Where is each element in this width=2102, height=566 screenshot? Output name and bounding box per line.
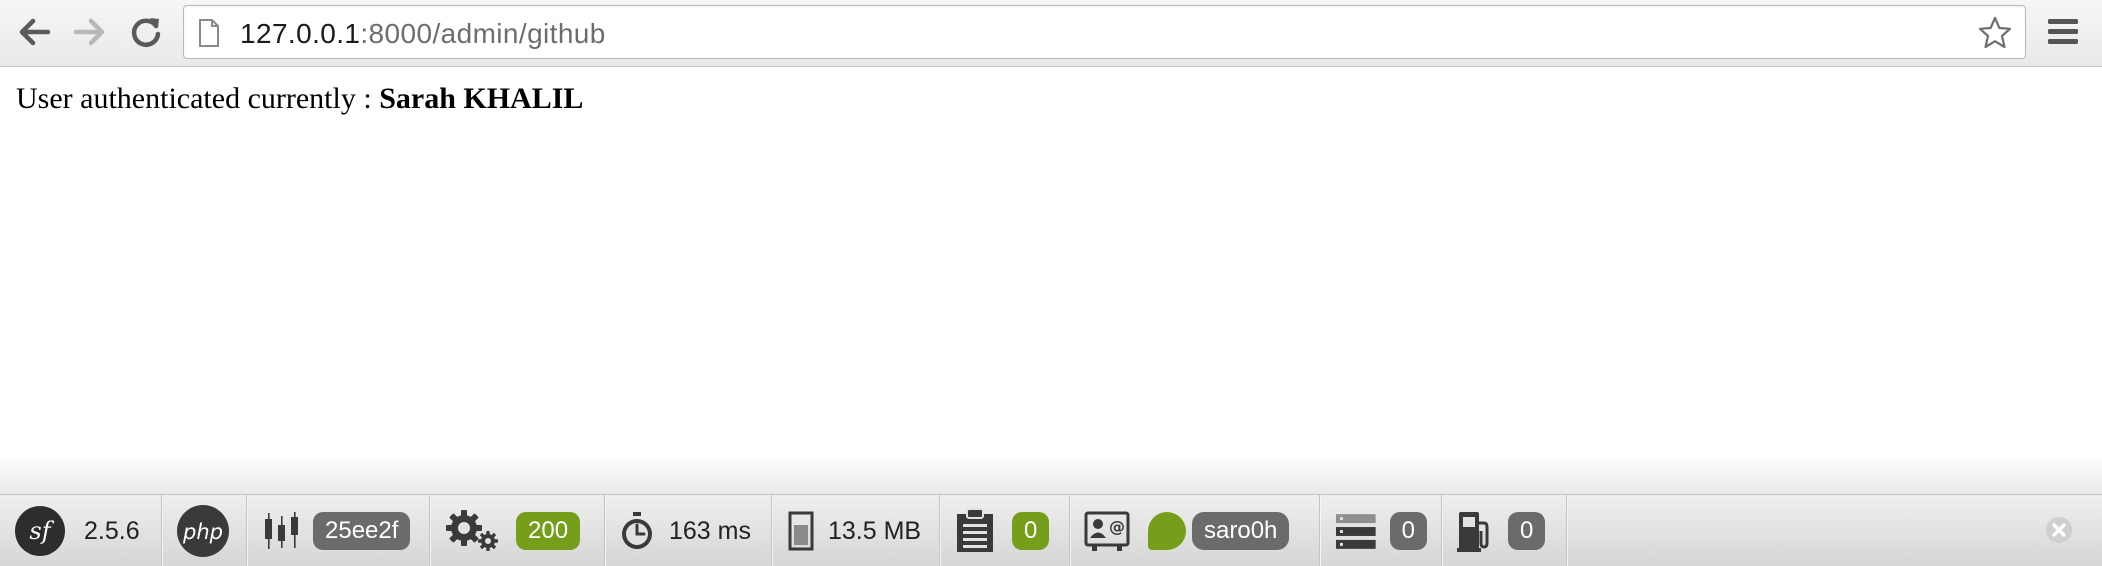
user-card-icon: @ bbox=[1084, 511, 1130, 551]
toolbar-shadow bbox=[0, 455, 2102, 495]
back-button[interactable] bbox=[12, 10, 56, 54]
url-path: :8000/admin/github bbox=[360, 18, 606, 49]
url-host: 127.0.0.1 bbox=[240, 18, 361, 49]
reload-icon bbox=[131, 18, 161, 47]
database-panel[interactable]: 0 bbox=[1320, 495, 1442, 566]
authenticated-indicator bbox=[1148, 512, 1186, 550]
timer-panel[interactable]: 163 ms bbox=[605, 495, 772, 566]
log-count-badge: 0 bbox=[1012, 512, 1050, 550]
star-icon[interactable] bbox=[1977, 15, 2013, 51]
fuel-pump-icon bbox=[1457, 512, 1489, 552]
svg-text:@: @ bbox=[1109, 517, 1125, 536]
menu-icon[interactable] bbox=[2046, 16, 2080, 48]
browser-toolbar: 127.0.0.1:8000/admin/github bbox=[0, 0, 2102, 67]
auth-status-text: User authenticated currently : Sarah KHA… bbox=[16, 82, 583, 116]
url-text[interactable]: 127.0.0.1:8000/admin/github bbox=[240, 18, 606, 50]
page-icon bbox=[199, 19, 219, 47]
config-panel[interactable]: 0 bbox=[1442, 495, 1567, 566]
request-time: 163 ms bbox=[669, 516, 751, 545]
memory-usage: 13.5 MB bbox=[828, 516, 922, 545]
gears-icon bbox=[446, 510, 498, 551]
symfony-version: 2.5.6 bbox=[84, 516, 140, 545]
symfony-version-panel[interactable]: sf 2.5.6 bbox=[0, 495, 162, 566]
database-icon bbox=[1335, 514, 1376, 549]
web-debug-toolbar: sf 2.5.6 php 25ee2f 200 163 ms 13.5 MB 0… bbox=[0, 494, 2102, 566]
status-code-panel[interactable]: 200 bbox=[430, 495, 605, 566]
close-toolbar-icon[interactable] bbox=[2044, 515, 2074, 545]
security-panel[interactable]: @ saro0h bbox=[1070, 495, 1320, 566]
auth-user-name: Sarah KHALIL bbox=[379, 82, 584, 115]
request-icon bbox=[265, 512, 298, 549]
php-logo-icon: php bbox=[177, 505, 229, 557]
php-info-panel[interactable]: php bbox=[162, 495, 247, 566]
auth-label: User authenticated currently : bbox=[16, 82, 380, 115]
back-icon bbox=[19, 18, 51, 46]
db-query-count: 0 bbox=[1389, 512, 1427, 550]
address-bar[interactable]: 127.0.0.1:8000/admin/github bbox=[183, 5, 2026, 59]
username-badge: saro0h bbox=[1192, 512, 1290, 550]
memory-icon bbox=[788, 511, 814, 551]
forward-button[interactable] bbox=[68, 10, 112, 54]
config-count: 0 bbox=[1508, 512, 1546, 550]
request-token: 25ee2f bbox=[313, 512, 411, 550]
status-code-badge: 200 bbox=[516, 512, 581, 550]
memory-panel[interactable]: 13.5 MB bbox=[772, 495, 940, 566]
svg-text:php: php bbox=[182, 520, 223, 544]
forward-icon bbox=[73, 18, 105, 46]
reload-button[interactable] bbox=[124, 10, 168, 54]
symfony-logo-icon: sf bbox=[15, 506, 65, 556]
stopwatch-icon bbox=[622, 512, 652, 549]
clipboard-icon bbox=[957, 508, 993, 552]
logs-panel[interactable]: 0 bbox=[940, 495, 1070, 566]
request-token-panel[interactable]: 25ee2f bbox=[247, 495, 430, 566]
